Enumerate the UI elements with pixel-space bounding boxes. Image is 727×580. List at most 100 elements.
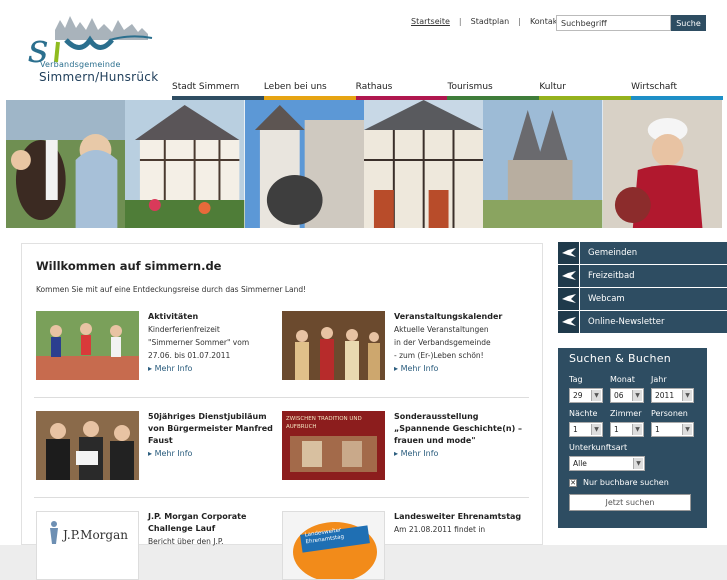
news-title[interactable]: 50jähriges Dienstjubiläum von Bürgermeis… — [148, 411, 283, 447]
day-select[interactable]: 29 ▼ — [569, 388, 603, 403]
nav-kultur[interactable]: Kultur — [539, 81, 632, 100]
search-now-button[interactable]: Jetzt suchen — [569, 494, 691, 511]
year-select[interactable]: 2011 ▼ — [651, 388, 694, 403]
rooms-select[interactable]: 1 ▼ — [610, 422, 644, 437]
separator: | — [518, 17, 521, 26]
nights-select[interactable]: 1 ▼ — [569, 422, 603, 437]
nav-leben-bei-uns[interactable]: Leben bei uns — [263, 81, 356, 100]
news-text: in der Verbandsgemeinde — [394, 338, 491, 347]
sidebar-item-label: Gemeinden — [588, 248, 638, 258]
top-navigation: Startseite | Stadtplan | Kontakt — [411, 17, 561, 26]
day-value: 29 — [573, 391, 583, 400]
news-thumbnail[interactable]: ZWISCHEN TRADITION UND AUFBRUCH — [282, 411, 385, 480]
nav-wirtschaft[interactable]: Wirtschaft — [631, 81, 723, 100]
day-label: Tag — [569, 375, 583, 384]
news-thumbnail[interactable] — [36, 411, 139, 480]
accommodation-type-value: Alle — [573, 459, 587, 468]
persons-value: 1 — [655, 425, 660, 434]
news-title[interactable]: J.P. Morgan Corporate Challenge Lauf — [148, 511, 283, 535]
more-info-link[interactable]: ▸ Mehr Info — [394, 449, 529, 458]
booking-title: Suchen & Buchen — [569, 352, 672, 365]
nav-label: Tourismus — [447, 82, 493, 92]
news-thumbnail[interactable] — [36, 311, 139, 380]
news-title[interactable]: Aktivitäten — [148, 311, 283, 323]
news-text: Bericht über den J.P. — [148, 537, 224, 546]
bird-icon — [558, 288, 580, 310]
search-button[interactable]: Suche — [671, 15, 706, 31]
hero-image-strip — [6, 100, 722, 228]
news-item: 50jähriges Dienstjubiläum von Bürgermeis… — [36, 411, 281, 481]
rooms-label: Zimmer — [610, 409, 642, 418]
separator: | — [458, 17, 462, 26]
bird-icon — [558, 242, 580, 264]
city-map-link[interactable]: Stadtplan — [471, 17, 510, 26]
home-link[interactable]: Startseite — [411, 17, 450, 26]
only-bookable-checkbox[interactable]: ✕ — [569, 479, 577, 487]
bird-icon — [558, 265, 580, 287]
year-value: 2011 — [655, 391, 675, 400]
nav-stadt-simmern[interactable]: Stadt Simmern — [172, 81, 264, 100]
nav-rathaus[interactable]: Rathaus — [355, 81, 448, 100]
divider — [34, 397, 529, 398]
persons-select[interactable]: 1 ▼ — [651, 422, 694, 437]
more-info-link[interactable]: ▸ Mehr Info — [148, 449, 283, 458]
news-text: - zum (Er-)Leben schön! — [394, 351, 484, 360]
news-text: Kinderferienfreizeit — [148, 325, 220, 334]
chevron-down-icon: ▼ — [682, 424, 692, 435]
more-info-label: Mehr Info — [154, 364, 193, 373]
accommodation-type-label: Unterkunftsart — [569, 443, 628, 452]
page-title: Willkommen auf simmern.de — [36, 259, 222, 273]
exhibition-banner-text: ZWISCHEN TRADITION UND AUFBRUCH — [286, 416, 362, 430]
news-thumbnail[interactable] — [282, 311, 385, 380]
news-title[interactable]: Sonderausstellung „Spannende Geschichte(… — [394, 411, 529, 447]
nights-label: Nächte — [569, 409, 598, 418]
more-info-label: Mehr Info — [400, 364, 439, 373]
nav-label: Stadt Simmern — [172, 82, 240, 92]
nights-value: 1 — [573, 425, 578, 434]
persons-label: Personen — [651, 409, 688, 418]
chevron-down-icon: ▼ — [633, 458, 643, 469]
month-select[interactable]: 06 ▼ — [610, 388, 644, 403]
more-info-label: Mehr Info — [154, 449, 193, 458]
news-item: J.P.Morgan J.P. Morgan Corporate Challen… — [36, 511, 283, 580]
chevron-down-icon: ▼ — [632, 424, 642, 435]
sidebar-item-label: Webcam — [588, 294, 625, 304]
news-thumbnail[interactable]: Landesweiter Ehrenamtstag — [282, 511, 385, 580]
main-navigation: Stadt Simmern Leben bei uns Rathaus Tour… — [172, 81, 723, 100]
chevron-down-icon: ▼ — [591, 390, 601, 401]
nav-tourismus[interactable]: Tourismus — [447, 81, 540, 100]
intro-text: Kommen Sie mit auf eine Entdeckungsreise… — [36, 285, 307, 294]
sidebar-item-freizeitbad[interactable]: Freizeitbad — [558, 265, 727, 287]
news-text: Am 21.08.2011 findet in — [394, 525, 486, 534]
hero-photo-church — [483, 100, 603, 228]
news-title[interactable]: Veranstaltungskalender — [394, 311, 529, 323]
sidebar: Gemeinden Freizeitbad Webcam Online-News… — [558, 242, 727, 334]
month-value: 06 — [614, 391, 624, 400]
search-input[interactable] — [556, 15, 671, 31]
news-title[interactable]: Landesweiter Ehrenamtstag — [394, 511, 529, 523]
chevron-down-icon: ▼ — [591, 424, 601, 435]
news-item: ZWISCHEN TRADITION UND AUFBRUCH Sonderau… — [282, 411, 527, 481]
sidebar-item-gemeinden[interactable]: Gemeinden — [558, 242, 727, 264]
sidebar-item-online-newsletter[interactable]: Online-Newsletter — [558, 311, 727, 333]
sidebar-item-webcam[interactable]: Webcam — [558, 288, 727, 310]
more-info-link[interactable]: ▸ Mehr Info — [394, 364, 529, 373]
hero-photo-half-timbered-house — [125, 100, 245, 228]
jpmorgan-logo-text: J.P.Morgan — [63, 528, 128, 542]
more-info-label: Mehr Info — [400, 449, 439, 458]
nav-label: Rathaus — [355, 82, 393, 92]
news-text: "Simmerner Sommer" vom — [148, 338, 250, 347]
nav-label: Kultur — [539, 82, 566, 92]
news-thumbnail[interactable]: J.P.Morgan — [36, 511, 139, 580]
accommodation-type-select[interactable]: Alle ▼ — [569, 456, 645, 471]
sidebar-item-label: Freizeitbad — [588, 271, 635, 281]
booking-widget: Suchen & Buchen Tag Monat Jahr 29 ▼ 06 ▼ 2… — [558, 348, 707, 528]
more-info-link[interactable]: ▸ Mehr Info — [148, 364, 283, 373]
nav-label: Wirtschaft — [631, 82, 677, 92]
hero-photo-woman-costume — [602, 100, 722, 228]
hero-photo-old-town-facade — [363, 100, 484, 228]
news-item: Aktivitäten Kinderferienfreizeit "Simmer… — [36, 311, 281, 381]
news-text: Aktuelle Veranstaltungen — [394, 325, 489, 334]
news-item: Veranstaltungskalender Aktuelle Veransta… — [282, 311, 527, 381]
logo-title: Simmern/Hunsrück — [39, 70, 159, 84]
